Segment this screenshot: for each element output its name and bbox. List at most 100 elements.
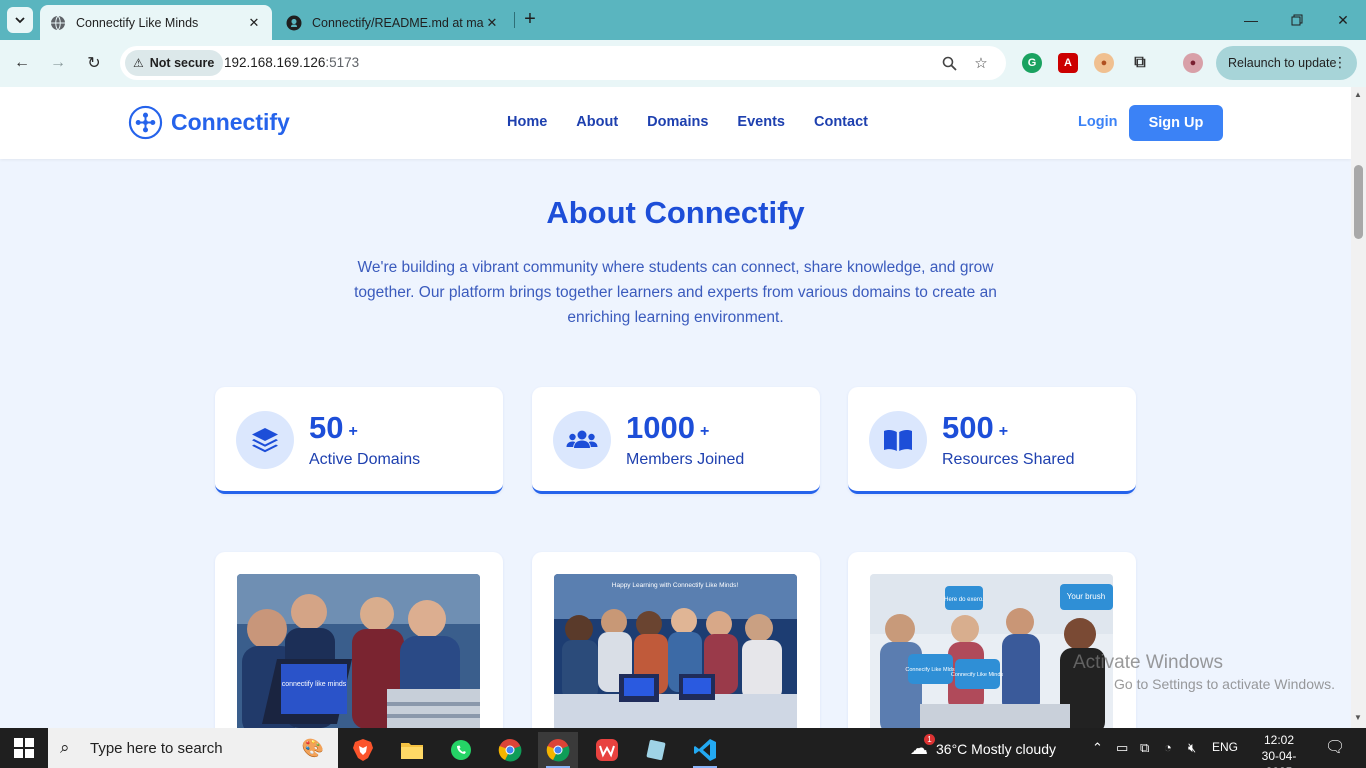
chrome-app[interactable] [490, 732, 530, 768]
scrollbar-thumb[interactable] [1354, 165, 1363, 239]
profile-avatar[interactable]: ● [1183, 53, 1203, 73]
volume-muted-icon[interactable]: 🔇︎ [1188, 740, 1196, 756]
page-scrollbar[interactable]: ▲ ▼ [1351, 87, 1366, 728]
grammarly-extension-icon[interactable]: G [1022, 53, 1042, 73]
file-explorer-app[interactable] [392, 732, 432, 768]
speech-bubble-text: Connecify Like Mlds [905, 667, 954, 673]
section-description: We're building a vibrant community where… [354, 259, 997, 326]
stat-label: Resources Shared [942, 451, 1075, 468]
tab-search-button[interactable] [7, 7, 33, 33]
close-icon[interactable]: ✕ [246, 15, 262, 31]
windows-start-icon[interactable] [14, 738, 34, 758]
relaunch-button[interactable]: Relaunch to update ⋮ [1216, 46, 1357, 80]
search-icon: ⌕ [60, 738, 70, 757]
speech-bubble-text: Connecify Like Minds [951, 672, 1004, 678]
brave-icon [353, 739, 373, 761]
scroll-up-icon[interactable]: ▲ [1354, 90, 1362, 99]
nav-domains[interactable]: Domains [647, 114, 708, 130]
warning-icon: ⚠ [133, 56, 144, 70]
restore-button[interactable] [1274, 0, 1320, 40]
scroll-down-icon[interactable]: ▼ [1354, 713, 1362, 722]
close-icon[interactable]: ✕ [484, 15, 500, 31]
browser-toolbar: ← → ↻ ⚠ Not secure 192.168.169.126:5173 … [0, 40, 1366, 87]
reload-button[interactable]: ↻ [81, 50, 107, 76]
tab-connectify[interactable]: Connectify Like Minds ✕ [40, 5, 272, 40]
brand[interactable]: Connectify [128, 105, 290, 140]
tab-title: Connectify/README.md at mai [312, 15, 484, 30]
weather-text: 36°C Mostly cloudy [936, 740, 1056, 757]
brave-app[interactable] [343, 732, 383, 768]
globe-icon [51, 15, 65, 30]
clock-time: 12:02 [1263, 733, 1295, 747]
nav-contact[interactable]: Contact [814, 114, 868, 130]
acrobat-extension-icon[interactable]: A [1058, 53, 1078, 73]
chevron-up-icon[interactable]: ⌃ [1092, 740, 1103, 756]
back-button[interactable]: ← [9, 50, 35, 76]
clock-date: 30-04-2025 [1261, 749, 1297, 768]
meet-icon[interactable]: ▭ [1116, 740, 1128, 756]
notification-icon[interactable]: 🗨︎ [1325, 737, 1345, 757]
tab-readme[interactable]: Connectify/README.md at mai ✕ [276, 5, 510, 40]
new-tab-button[interactable]: + [519, 9, 541, 31]
minimize-button[interactable]: — [1228, 0, 1274, 40]
stat-icon-circle [553, 411, 611, 469]
tab-separator [514, 12, 515, 28]
banner-text: Happy Learning with Connectify Like Mind… [612, 582, 739, 589]
nav-home[interactable]: Home [507, 114, 547, 130]
watermark-line2: Go to Settings to activate Windows. [1114, 676, 1335, 692]
url-text[interactable]: 192.168.169.126:5173 [224, 55, 359, 70]
chrome-app-active[interactable] [538, 732, 578, 768]
image-card-3: Here do exero. Your brush Connecify Like… [848, 552, 1136, 728]
connectify-logo-icon [128, 105, 163, 140]
clock[interactable]: 12:02 30-04-2025 [1255, 732, 1303, 768]
url-host: 192.168.169.126 [224, 55, 326, 70]
wps-office-app[interactable] [587, 732, 627, 768]
extension-icon[interactable]: ● [1094, 53, 1114, 73]
wifi-icon[interactable]: ◔ [1164, 740, 1172, 755]
more-vert-icon: ⋮ [1333, 54, 1347, 70]
nav-events[interactable]: Events [737, 114, 785, 130]
stat-icon-circle [236, 411, 294, 469]
close-window-button[interactable]: ✕ [1320, 0, 1366, 40]
image-card-1: connectify like minds [215, 552, 503, 728]
bookmark-star-icon[interactable]: ☆ [972, 54, 990, 72]
vscode-app[interactable] [685, 732, 725, 768]
stat-card-domains: 50 + Active Domains [215, 387, 503, 494]
search-placeholder: Type here to search [90, 739, 223, 757]
minimize-icon: — [1244, 12, 1258, 28]
address-bar[interactable]: ⚠ Not secure 192.168.169.126:5173 ☆ [120, 46, 1006, 80]
whatsapp-app[interactable] [441, 732, 481, 768]
search-highlight-icon: 🎨 [301, 737, 324, 758]
security-label: Not secure [149, 56, 215, 70]
tab-title: Connectify Like Minds [76, 15, 199, 30]
language-indicator[interactable]: ENG [1212, 740, 1238, 754]
layers-icon [252, 428, 278, 453]
network-adapter-icon[interactable]: ⧉ [1140, 740, 1149, 756]
nav-about[interactable]: About [576, 114, 618, 130]
app-shortcut[interactable] [636, 732, 676, 768]
stat-number: 1000 + [626, 410, 710, 445]
vscode-icon [694, 739, 716, 761]
arrow-left-icon: ← [14, 54, 30, 71]
signup-button[interactable]: Sign Up [1129, 105, 1223, 141]
speech-bubble-text: Your brush [1067, 592, 1105, 601]
security-chip[interactable]: ⚠ Not secure [125, 50, 224, 76]
forward-button[interactable]: → [45, 50, 71, 76]
group-learning-photo: Happy Learning with Connectify Like Mind… [554, 574, 797, 728]
discussion-photo: Here do exero. Your brush Connecify Like… [870, 574, 1113, 728]
app-icon [646, 739, 666, 761]
relaunch-label: Relaunch to update [1228, 56, 1337, 70]
laptop-screen-text: connectify like minds [282, 681, 347, 688]
weather-widget[interactable]: ☁ 1 36°C Mostly cloudy [910, 734, 1056, 759]
close-icon: ✕ [1337, 11, 1349, 28]
login-link[interactable]: Login [1078, 114, 1117, 130]
zoom-icon[interactable] [940, 54, 958, 72]
windows-taskbar: ⌕ Type here to search 🎨 ☁ 1 36°C Mostly c… [0, 728, 1366, 768]
main-nav: Home About Domains Events Contact [507, 114, 868, 130]
taskbar-search[interactable]: ⌕ Type here to search 🎨 [48, 728, 338, 768]
stat-label: Active Domains [309, 451, 421, 468]
activate-windows-watermark: Activate Windows Go to Settings to activ… [1073, 652, 1335, 692]
puzzle-extensions-icon[interactable]: ⧉ [1130, 53, 1150, 73]
reload-icon: ↻ [87, 55, 101, 72]
brand-name: Connectify [171, 109, 290, 135]
